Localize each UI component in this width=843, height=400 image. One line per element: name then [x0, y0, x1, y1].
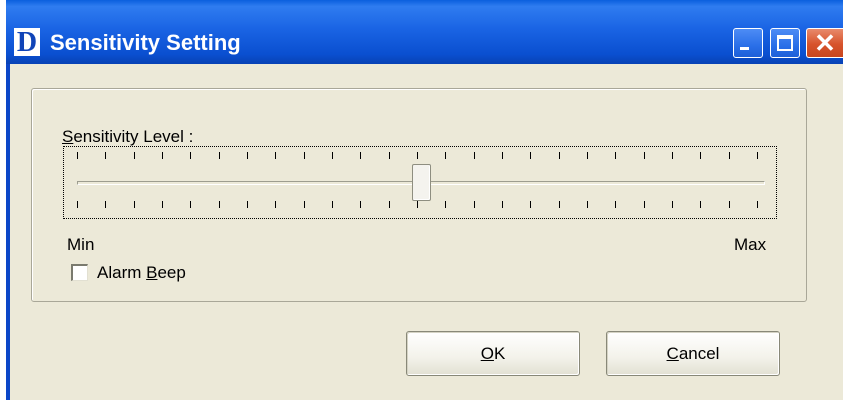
slider-tick	[757, 152, 758, 159]
ok-button[interactable]: OK	[406, 331, 580, 376]
slider-tick	[304, 201, 305, 208]
slider-tick	[219, 201, 220, 208]
slider-ticks-top	[77, 152, 769, 162]
slider-tick	[615, 152, 616, 159]
slider-tick	[502, 152, 503, 159]
dialog-window: D Sensitivity Setting ✕ Sensitivity Leve…	[6, 0, 843, 400]
sensitivity-label-text: ensitivity Level :	[73, 127, 194, 146]
slider-tick	[219, 152, 220, 159]
dialog-body: Sensitivity Level : Min Max Alarm Beep O…	[10, 64, 843, 400]
slider-tick	[474, 201, 475, 208]
slider-tick	[757, 201, 758, 208]
alarm-label-prefix: Alarm	[97, 263, 147, 282]
slider-tick	[360, 152, 361, 159]
slider-tick	[530, 201, 531, 208]
slider-tick	[190, 152, 191, 159]
slider-tick	[247, 201, 248, 208]
slider-tick	[275, 201, 276, 208]
slider-tick	[587, 152, 588, 159]
slider-tick	[729, 152, 730, 159]
slider-tick	[445, 152, 446, 159]
slider-tick	[332, 152, 333, 159]
slider-tick	[530, 152, 531, 159]
slider-tick	[559, 152, 560, 159]
slider-tick	[77, 201, 78, 208]
ok-mnemonic: O	[480, 344, 494, 363]
slider-tick	[162, 201, 163, 208]
slider-tick	[105, 201, 106, 208]
slider-tick	[190, 201, 191, 208]
cancel-mnemonic: C	[666, 344, 679, 363]
title-bar[interactable]: D Sensitivity Setting ✕	[6, 0, 843, 64]
cancel-label-rest: ancel	[678, 344, 720, 363]
slider-ticks-bottom	[77, 201, 769, 211]
slider-tick	[445, 201, 446, 208]
slider-tick	[389, 152, 390, 159]
max-label: Max	[734, 235, 767, 254]
slider-tick	[615, 201, 616, 208]
slider-tick	[729, 201, 730, 208]
min-label: Min	[67, 235, 95, 254]
slider-tick	[417, 201, 418, 208]
slider-tick	[389, 201, 390, 208]
alarm-mnemonic: B	[146, 263, 158, 282]
slider-tick	[502, 201, 503, 208]
slider-tick	[134, 152, 135, 159]
maximize-button[interactable]	[770, 28, 800, 58]
minimize-icon	[740, 47, 749, 50]
minimize-button[interactable]	[733, 28, 763, 58]
cancel-button[interactable]: Cancel	[606, 331, 780, 376]
slider-tick	[105, 152, 106, 159]
slider-tick	[162, 152, 163, 159]
slider-tick	[644, 152, 645, 159]
alarm-beep-label[interactable]: Alarm Beep	[97, 263, 186, 283]
slider-tick	[77, 152, 78, 159]
slider-tick	[304, 152, 305, 159]
slider-tick	[474, 152, 475, 159]
sensitivity-slider-thumb[interactable]	[412, 164, 431, 201]
app-logo-icon: D	[14, 28, 40, 57]
slider-tick	[559, 201, 560, 208]
slider-tick	[672, 201, 673, 208]
slider-tick	[134, 201, 135, 208]
slider-tick	[644, 201, 645, 208]
maximize-icon	[777, 35, 793, 51]
slider-tick	[332, 201, 333, 208]
alarm-beep-checkbox[interactable]	[71, 264, 88, 281]
slider-tick	[247, 152, 248, 159]
slider-tick	[587, 201, 588, 208]
slider-tick	[275, 152, 276, 159]
slider-tick	[417, 152, 418, 159]
slider-tick	[700, 201, 701, 208]
slider-tick	[360, 201, 361, 208]
close-icon: ✕	[814, 28, 836, 58]
window-title: Sensitivity Setting	[50, 30, 241, 55]
alarm-label-suffix: eep	[157, 263, 186, 282]
sensitivity-mnemonic: S	[62, 127, 74, 146]
ok-label-rest: K	[493, 344, 506, 363]
slider-tick	[672, 152, 673, 159]
close-button[interactable]: ✕	[806, 28, 843, 58]
slider-tick	[700, 152, 701, 159]
sensitivity-level-label: Sensitivity Level :	[62, 127, 193, 147]
